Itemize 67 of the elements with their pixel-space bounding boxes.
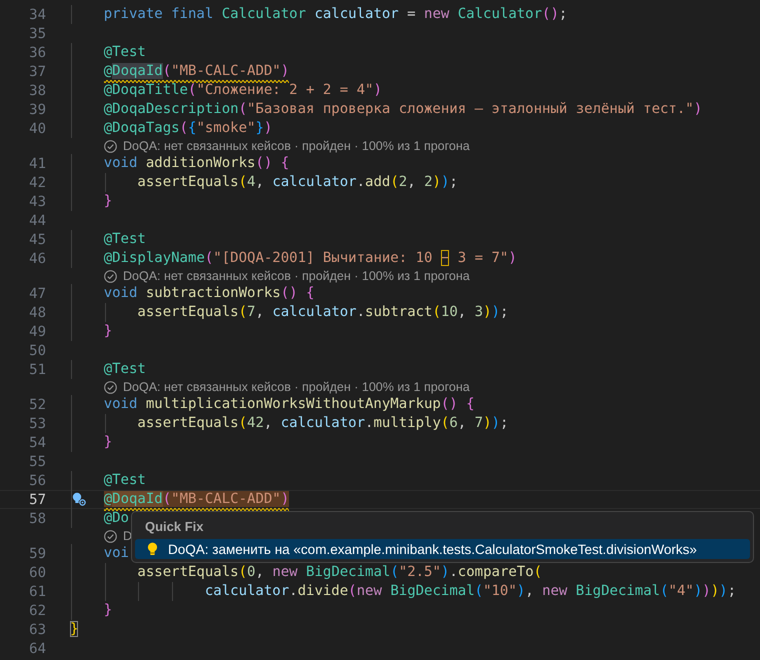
code-line: }: [70, 621, 78, 637]
line-number: 41: [28, 156, 47, 172]
code-line: }: [104, 602, 112, 618]
line-number: 43: [28, 194, 47, 210]
code-line: void multiplicationWorksWithoutAnyMarkup() {: [104, 396, 475, 412]
code-line: @Test: [104, 44, 146, 60]
line-number: 35: [28, 26, 47, 42]
code-line: @DoqaId("MB-CALC-ADD"): [104, 491, 290, 507]
popup-title: Quick Fix: [144, 518, 205, 536]
check-circle-icon: [104, 530, 117, 542]
check-circle-icon: [104, 380, 117, 394]
code-line: assertEquals(7, calculator.subtract(10, 3));: [137, 304, 508, 320]
codelens-text[interactable]: DoQA: нет связанных кейсов · пройден · 100% из 1 прогона: [123, 380, 470, 394]
code-line: @Test: [104, 472, 146, 488]
line-number: 40: [28, 120, 47, 136]
line-number: 51: [28, 362, 47, 378]
code-line: @Test: [104, 361, 146, 377]
codelens-text[interactable]: DoQA: нет связанных кейсов · пройден · 100% из 1 прогона: [123, 139, 470, 153]
line-number: 44: [28, 212, 47, 228]
code-line: }: [104, 434, 112, 450]
code-line: }: [104, 323, 112, 339]
line-number: 39: [28, 102, 47, 118]
line-number: 62: [28, 602, 47, 618]
line-number: 42: [28, 174, 47, 190]
check-circle-icon: [104, 270, 117, 282]
code-line: voi: [104, 545, 129, 561]
code-line: @DoqaTags({"smoke"}): [104, 120, 272, 136]
line-number: 46: [28, 250, 47, 266]
line-number: 58: [28, 510, 47, 526]
line-number: 54: [28, 434, 47, 450]
quick-fix-item[interactable]: DoQA: заменить на «com.example.minibank.tests.CalculatorSmokeTest.divisionWorks»: [135, 539, 750, 559]
code-line: @Test: [104, 231, 146, 247]
lightbulb-icon: [147, 542, 158, 556]
code-line: private final Calculator calculator = new Calculator();: [104, 6, 568, 22]
code-line: @DoqaDescription("Базовая проверка сложения — эталонный зелёный тест."): [104, 101, 702, 117]
code-line: @DoqaId("MB-CALC-ADD"): [104, 63, 290, 79]
code-line: assertEquals(42, calculator.multiply(6, 7));: [137, 415, 508, 431]
line-number: 63: [28, 622, 47, 638]
code-line: assertEquals(4, calculator.add(2, 2));: [137, 174, 458, 190]
line-number: 60: [28, 564, 47, 580]
line-number: 53: [28, 416, 47, 432]
line-number: 56: [28, 472, 47, 488]
line-number: 36: [28, 44, 47, 60]
line-number: 49: [28, 324, 47, 340]
line-number: 38: [28, 82, 47, 98]
line-number: 45: [28, 232, 47, 248]
line-number: 61: [28, 584, 47, 600]
code-line: void additionWorks() {: [104, 155, 290, 171]
line-number: 64: [28, 640, 47, 656]
line-number: 50: [28, 342, 47, 358]
code-line: assertEquals(0, new BigDecimal("2.5").compareTo(: [137, 564, 542, 580]
code-line: @DoqaTitle("Сложение: 2 + 2 = 4"): [104, 82, 382, 98]
line-number: 37: [28, 64, 47, 80]
line-number: 55: [28, 454, 47, 470]
line-number: 59: [28, 546, 47, 562]
lightbulb-icon[interactable]: [72, 492, 86, 506]
code-line: @Do: [104, 510, 129, 526]
code-line: calculator.divide(new BigDecimal("10"), new BigDecimal("4"))));: [204, 583, 736, 599]
code-line: void subtractionWorks() {: [104, 285, 314, 301]
code-line: }: [104, 193, 112, 209]
line-number: 47: [28, 286, 47, 302]
line-number: 52: [28, 396, 47, 412]
line-number: 57: [28, 492, 47, 508]
line-number: 34: [28, 6, 47, 22]
codelens-text[interactable]: DoQA: нет связанных кейсов · пройден · 100% из 1 прогона: [123, 269, 470, 283]
line-number: 48: [28, 304, 47, 320]
check-circle-icon: [104, 140, 117, 152]
